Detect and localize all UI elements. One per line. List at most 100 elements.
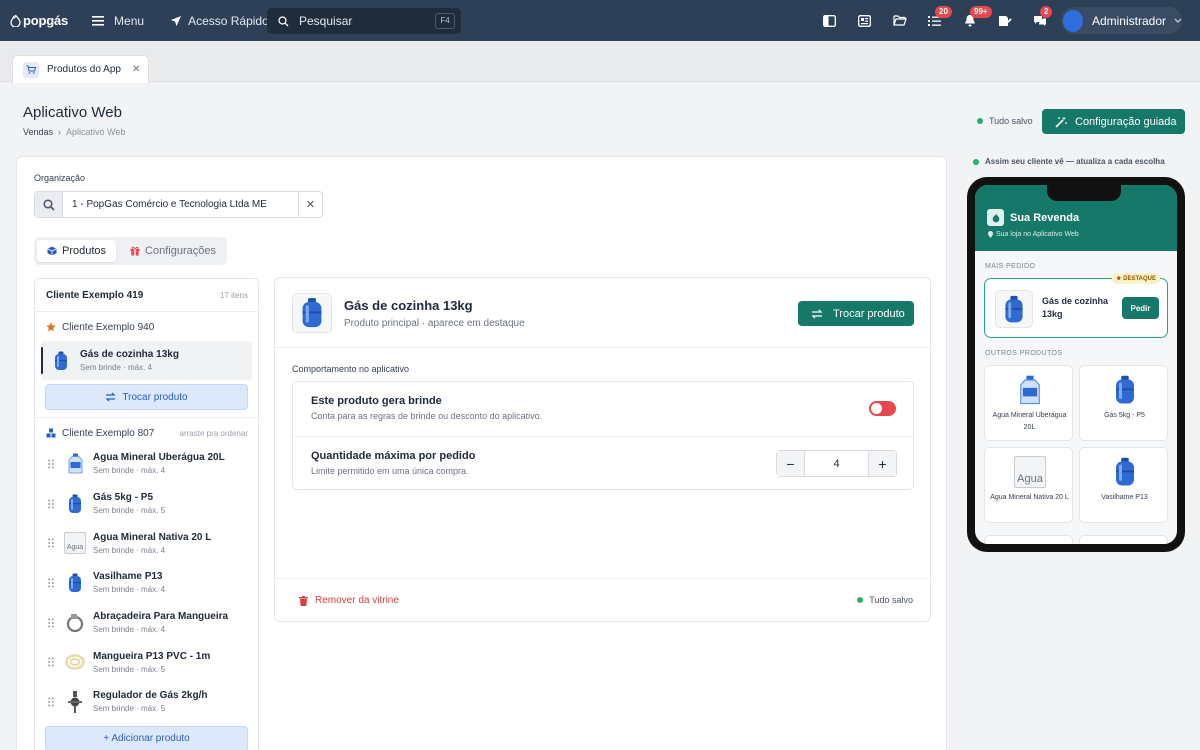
order-button[interactable]: Pedir: [1122, 297, 1159, 319]
product-thumbnail: [1109, 456, 1141, 488]
gas-cylinder-icon: [995, 290, 1033, 328]
gift-toggle[interactable]: [869, 401, 896, 416]
featured-badge: ★ DESTAQUE: [1112, 273, 1160, 284]
status-dot-icon: [857, 597, 864, 603]
boxes-icon: [46, 428, 56, 438]
list-item-meta: Sem brinde · máx. 5: [93, 704, 166, 714]
featured-product-card[interactable]: ★ DESTAQUE Gás de cozinha 13kg Pedir: [984, 273, 1168, 338]
hamburger-icon: [92, 15, 105, 26]
guided-setup-button[interactable]: Configuração guiada: [1042, 109, 1185, 134]
phone-preview: Sua Revenda Sua loja no Aplicativo Web M…: [967, 177, 1185, 552]
product-card-name: Vasilhame P13: [1101, 494, 1148, 501]
quantity-value[interactable]: 4: [804, 451, 869, 476]
newspaper-icon[interactable]: [847, 0, 882, 41]
list-item-name: Abraçadeira Para Mangueira: [93, 611, 229, 623]
status-dot-icon: [977, 118, 983, 124]
list-item-name: Vasilhame P13: [93, 571, 163, 583]
bell-icon[interactable]: 99+: [952, 0, 992, 41]
increment-button[interactable]: +: [869, 451, 896, 476]
remove-from-showcase-button[interactable]: Remover da vitrine: [299, 595, 399, 606]
featured-product-name: Gás de cozinha 13kg: [1042, 296, 1109, 319]
add-product-button[interactable]: + Adicionar produto: [45, 725, 248, 750]
breadcrumb-current: Aplicativo Web: [66, 127, 126, 137]
tab-configuracoes[interactable]: Configurações: [120, 240, 226, 262]
drag-handle-icon[interactable]: [48, 538, 56, 548]
close-icon[interactable]: ✕: [132, 64, 140, 75]
drag-handle-icon[interactable]: [48, 657, 56, 667]
user-menu[interactable]: Administrador: [1061, 7, 1182, 34]
save-status: Tudo salvo: [857, 595, 913, 605]
signature-icon[interactable]: [987, 0, 1022, 41]
product-card[interactable]: [984, 535, 1073, 544]
list-item[interactable]: Vasilhame P13 Sem brinde · máx. 4: [35, 563, 258, 603]
list-header: Cliente Exemplo 419 17 itens: [35, 279, 258, 312]
tasks-icon[interactable]: 20: [917, 0, 952, 41]
list-item[interactable]: Agua Mineral Uberágua 20L Sem brinde · má…: [35, 444, 258, 484]
save-status-text: Tudo salvo: [989, 116, 1033, 126]
swap-product-label: Trocar produto: [833, 307, 905, 320]
product-thumbnail: [64, 452, 86, 476]
search-icon: [35, 192, 63, 217]
drag-handle-icon[interactable]: [48, 618, 56, 628]
selected-product-name: Gás de cozinha 13kg: [80, 349, 179, 360]
menu-button[interactable]: Menu: [92, 14, 144, 28]
list-item-name: Gás 5kg - P5: [93, 492, 154, 504]
decrement-button[interactable]: −: [777, 451, 804, 476]
chat-icon[interactable]: 2: [1022, 0, 1057, 41]
list-item[interactable]: Gás 5kg - P5 Sem brinde · máx. 5: [35, 484, 258, 524]
product-items: Agua Mineral Uberágua 20L Sem brinde · má…: [35, 444, 258, 722]
product-card[interactable]: [1079, 535, 1168, 544]
product-thumbnail: [64, 611, 86, 635]
panel-icon[interactable]: [812, 0, 847, 41]
popgas-logo[interactable]: popgás: [10, 13, 68, 28]
product-card[interactable]: Gás 5kg - P5: [1079, 365, 1168, 441]
quick-access-button[interactable]: Acesso Rápido: [170, 14, 283, 28]
shortcut-hint: F4: [435, 13, 455, 29]
chat-badge: 2: [1040, 6, 1053, 18]
product-card[interactable]: Vasilhame P13: [1079, 447, 1168, 523]
store-title: Sua Revenda: [1010, 212, 1080, 224]
product-card-name: Gás 5kg - P5: [1104, 412, 1145, 419]
quantity-stepper: − 4 +: [776, 450, 897, 477]
search-input[interactable]: Pesquisar F4: [267, 8, 461, 34]
store-subtitle: Sua loja no Aplicativo Web: [988, 231, 1079, 238]
divider: [35, 417, 258, 418]
tab-produtos[interactable]: Produtos: [37, 240, 117, 262]
list-item[interactable]: Agua Agua Mineral Nativa 20 L Sem brinde ·…: [35, 523, 258, 563]
folder-open-icon[interactable]: [882, 0, 917, 41]
list-item[interactable]: Abraçadeira Para Mangueira Sem brinde · m…: [35, 603, 258, 643]
clear-icon[interactable]: ✕: [298, 192, 322, 217]
selection-indicator: [41, 347, 43, 374]
tab-strip: Produtos do App ✕: [0, 41, 1200, 83]
detail-header: Gás de cozinha 13kg Produto principal · …: [275, 278, 930, 348]
cart-icon: [23, 61, 39, 78]
chevron-right-icon: ›: [58, 127, 62, 137]
breadcrumb-vendas[interactable]: Vendas: [23, 127, 53, 137]
swap-product-button[interactable]: Trocar produto: [45, 384, 248, 410]
add-product-label: + Adicionar produto: [103, 733, 190, 745]
detail-subtitle: Produto principal · aparece em destaque: [344, 318, 525, 329]
product-card[interactable]: Agua Mineral Uberágua 20L: [984, 365, 1073, 441]
drag-handle-icon[interactable]: [48, 578, 56, 588]
swap-arrows-icon: [811, 309, 823, 319]
tab-produtos-do-app[interactable]: Produtos do App ✕: [12, 55, 149, 83]
broken-image-icon: Agua: [64, 532, 86, 555]
list-item[interactable]: Regulador de Gás 2kg/h Sem brinde · máx. …: [35, 682, 258, 722]
logo-text: popgás: [23, 13, 69, 28]
selected-product[interactable]: Gás de cozinha 13kg Sem brinde · máx. 4: [41, 341, 252, 380]
product-card[interactable]: Agua Agua Mineral Nativa 20 L: [984, 447, 1073, 523]
breadcrumb: Vendas › Aplicativo Web: [23, 127, 125, 137]
product-thumbnail: Agua: [64, 531, 86, 555]
list-item[interactable]: Mangueira P13 PVC - 1m Sem brinde · máx. …: [35, 642, 258, 682]
organization-select[interactable]: 1 - PopGas Comércio e Tecnologia Ltda ME…: [34, 191, 323, 218]
user-name: Administrador: [1091, 13, 1166, 28]
featured-section-label: MAIS PEDIDO: [985, 263, 1036, 270]
drag-handle-icon[interactable]: [48, 697, 56, 707]
product-thumbnail: Agua: [1014, 456, 1046, 488]
product-card-name: Agua Mineral Uberágua 20L: [992, 412, 1067, 431]
reorder-hint: arraste pra ordenar: [179, 428, 248, 438]
drag-handle-icon[interactable]: [48, 459, 56, 469]
guided-setup-label: Configuração guiada: [1075, 115, 1177, 128]
drag-handle-icon[interactable]: [48, 499, 56, 509]
swap-product-button[interactable]: Trocar produto: [798, 301, 914, 326]
